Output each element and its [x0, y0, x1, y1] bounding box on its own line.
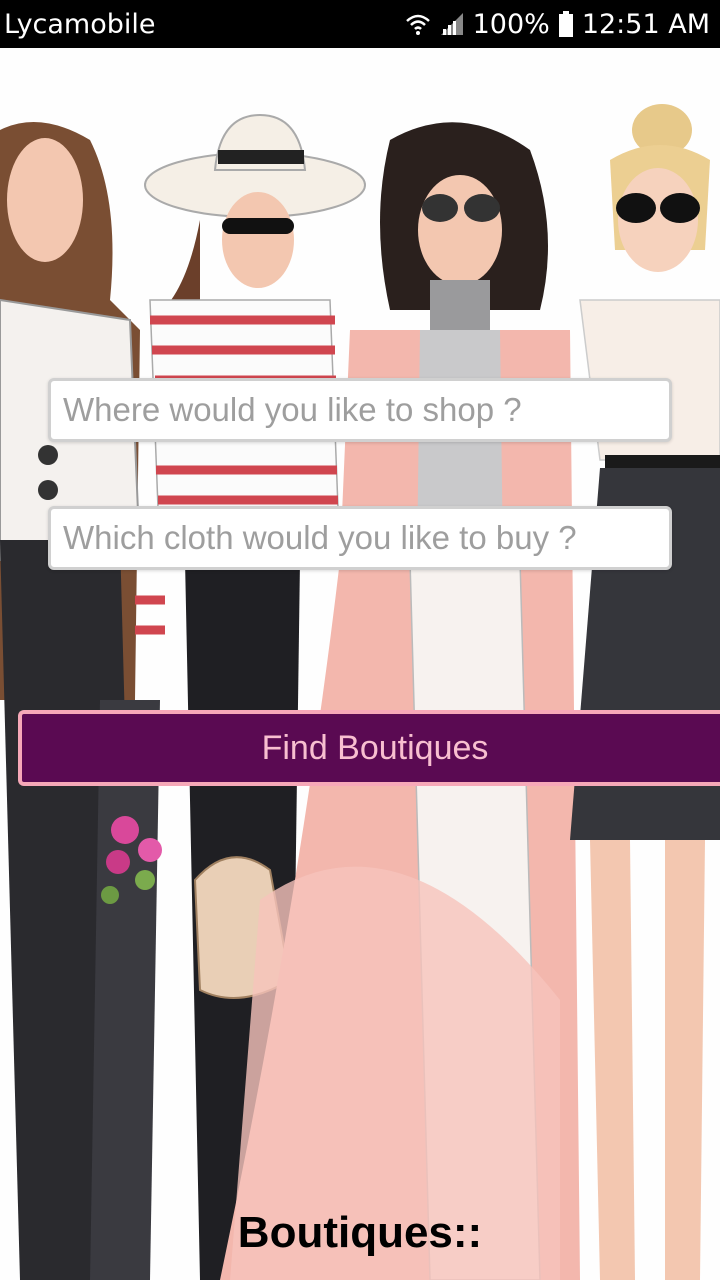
carrier-name: Lycamobile	[4, 8, 156, 40]
battery-percent: 100%	[472, 8, 550, 40]
signal-icon	[439, 11, 465, 37]
find-boutiques-button[interactable]: Find Boutiques	[18, 710, 720, 786]
fashion-illustration	[0, 48, 720, 1280]
boutiques-heading: Boutiques::	[237, 1208, 483, 1257]
app-screen: Lycamobile 100% 12:51 AM Where would you…	[0, 0, 720, 1280]
battery-icon	[558, 11, 574, 37]
cloth-type-input[interactable]	[48, 506, 672, 570]
clock: 12:51 AM	[581, 8, 710, 40]
shop-location-input[interactable]	[48, 378, 672, 442]
status-bar: Lycamobile 100% 12:51 AM	[0, 0, 720, 48]
status-indicators: 100% 12:51 AM	[405, 9, 710, 40]
wifi-icon	[405, 12, 431, 36]
